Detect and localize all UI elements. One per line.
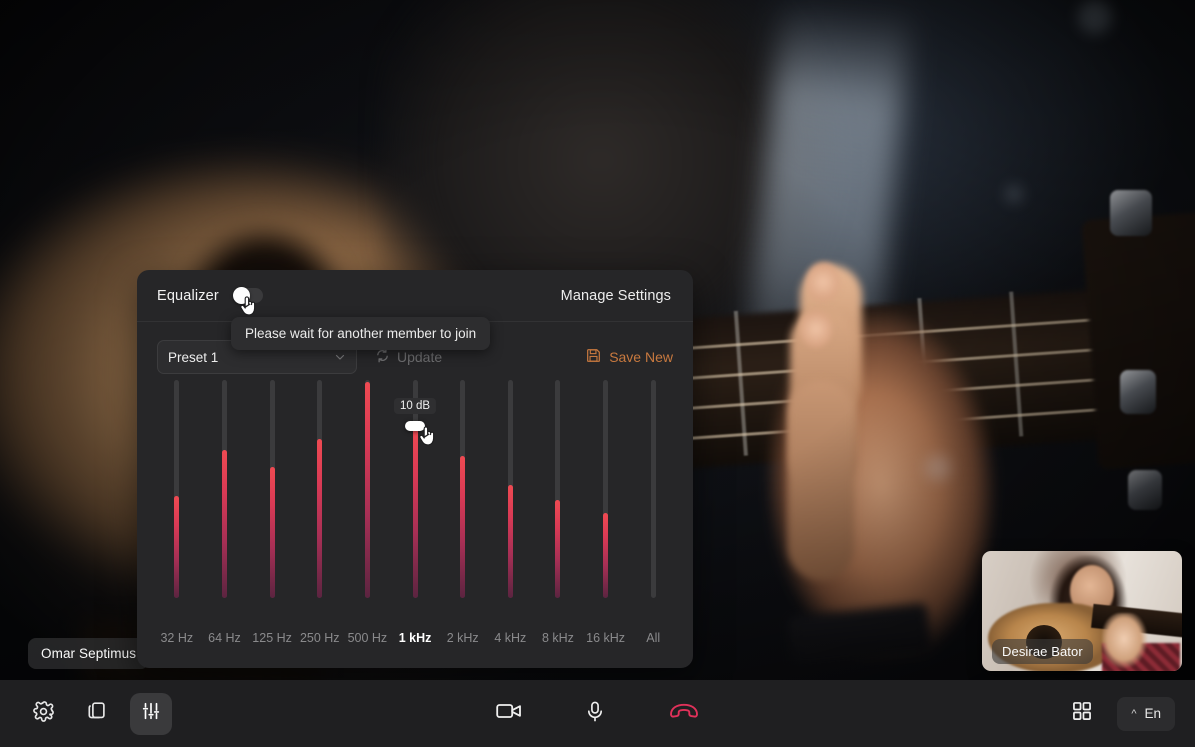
phone-hangup-icon <box>669 703 699 724</box>
hangup-button[interactable] <box>660 693 708 735</box>
eq-slider-track[interactable] <box>507 380 513 598</box>
eq-slider-handle[interactable] <box>405 420 426 431</box>
chevron-down-icon <box>334 351 346 363</box>
eq-slider-fill <box>507 484 513 598</box>
sliders-icon <box>140 700 162 727</box>
eq-band-125-hz[interactable] <box>248 380 296 620</box>
refresh-icon <box>375 348 390 366</box>
eq-band-2-khz[interactable] <box>439 380 487 620</box>
eq-band-8-khz[interactable] <box>534 380 582 620</box>
eq-slider-track[interactable] <box>221 380 227 598</box>
gear-icon <box>32 700 55 728</box>
eq-slider-track[interactable] <box>364 380 370 598</box>
camera-toggle-button[interactable] <box>488 693 530 735</box>
toolbar-left-group <box>22 692 172 735</box>
eq-slider-track-wrap[interactable] <box>153 380 201 598</box>
toggle-knob <box>232 287 250 304</box>
eq-band-64-hz[interactable] <box>201 380 249 620</box>
eq-band-16-khz[interactable] <box>582 380 630 620</box>
eq-slider-fill <box>174 495 180 598</box>
eq-band-label: 16 kHz <box>586 631 626 645</box>
eq-band-label: 500 Hz <box>347 631 388 645</box>
caret-up-icon: ^ <box>1131 707 1137 720</box>
eq-slider-track-wrap[interactable] <box>534 380 582 598</box>
eq-band-500-hz[interactable] <box>344 380 392 620</box>
eq-slider-track[interactable] <box>555 380 561 598</box>
self-view-hand <box>1102 613 1148 669</box>
eq-slider-track[interactable]: 10 dB <box>393 380 437 598</box>
eq-slider-fill <box>364 382 370 598</box>
eq-slider-track-wrap[interactable] <box>629 380 677 598</box>
eq-band-label: 2 kHz <box>446 631 479 645</box>
grid-view-icon <box>1071 700 1093 727</box>
eq-slider-track-wrap[interactable] <box>201 380 249 598</box>
eq-slider-track[interactable] <box>460 380 466 598</box>
layout-button[interactable] <box>76 693 118 735</box>
eq-slider-fill <box>555 499 561 598</box>
update-label: Update <box>397 349 443 365</box>
eq-band-all[interactable] <box>629 380 677 620</box>
eq-band-32-hz[interactable] <box>153 380 201 620</box>
eq-slider-track-wrap[interactable]: 10 dB <box>391 380 439 598</box>
equalizer-panel: Equalizer Manage Settings Please wait fo… <box>137 270 693 668</box>
equalizer-button[interactable] <box>130 692 172 735</box>
save-new-preset-button[interactable]: Save New <box>586 348 673 366</box>
eq-band-label: 4 kHz <box>494 631 527 645</box>
eq-slider-value-bubble: 10 dB <box>393 397 437 414</box>
update-preset-button[interactable]: Update <box>375 348 442 366</box>
eq-slider-track-wrap[interactable] <box>439 380 487 598</box>
eq-band-label: All <box>646 631 661 645</box>
microphone-toggle-button[interactable] <box>574 693 616 735</box>
main-participant-name: Omar Septimus <box>28 638 150 669</box>
eq-band-label: 32 Hz <box>160 631 194 645</box>
equalizer-title: Equalizer <box>157 287 219 304</box>
self-participant-name: Desirae Bator <box>992 639 1093 664</box>
eq-slider-fill <box>269 467 275 598</box>
frequency-labels: 32 Hz 64 Hz 125 Hz 250 Hz 500 Hz 1 kHz 2 kHz 4 … <box>137 620 693 646</box>
eq-slider-track[interactable] <box>174 380 180 598</box>
eq-slider-track-wrap[interactable] <box>344 380 392 598</box>
eq-slider-fill <box>412 425 418 598</box>
eq-band-1-khz[interactable]: 10 dB <box>391 380 439 620</box>
eq-slider-fill <box>460 456 466 598</box>
eq-slider-fill <box>221 449 227 598</box>
eq-slider-track[interactable] <box>317 380 323 598</box>
floppy-disk-icon <box>586 348 601 366</box>
equalizer-sliders: 10 dB <box>137 380 693 620</box>
copy-icon <box>86 700 108 727</box>
eq-slider-track-wrap[interactable] <box>582 380 630 598</box>
equalizer-tooltip: Please wait for another member to join <box>231 317 491 350</box>
eq-slider-track[interactable] <box>603 380 609 598</box>
eq-slider-fill <box>317 438 323 598</box>
toolbar-right-group: ^ En <box>1061 693 1175 735</box>
eq-slider-track-wrap[interactable] <box>486 380 534 598</box>
eq-slider-track-wrap[interactable] <box>296 380 344 598</box>
eq-slider-fill <box>603 512 609 598</box>
eq-band-label: 250 Hz <box>299 631 340 645</box>
eq-band-4-khz[interactable] <box>486 380 534 620</box>
manage-settings-link[interactable]: Manage Settings <box>561 288 671 304</box>
eq-slider-track-wrap[interactable] <box>248 380 296 598</box>
language-selector[interactable]: ^ En <box>1117 696 1175 731</box>
grid-view-button[interactable] <box>1061 693 1103 735</box>
preset-selected-value: Preset 1 <box>168 349 219 365</box>
eq-band-label: 125 Hz <box>252 631 292 645</box>
video-call-app: Omar Septimus Desirae Bator Equalizer Ma… <box>0 0 1195 747</box>
eq-band-250-hz[interactable] <box>296 380 344 620</box>
eq-slider-track[interactable] <box>650 380 656 598</box>
microphone-icon <box>585 700 605 728</box>
eq-band-label: 64 Hz <box>208 631 241 645</box>
toolbar-center-group <box>488 693 708 735</box>
eq-band-label: 1 kHz <box>398 631 432 645</box>
call-toolbar: ^ En <box>0 680 1195 747</box>
language-label: En <box>1144 706 1161 721</box>
eq-band-label: 8 kHz <box>541 631 574 645</box>
video-camera-icon <box>495 701 522 726</box>
save-new-label: Save New <box>609 349 673 365</box>
eq-slider-track[interactable] <box>269 380 275 598</box>
self-view-tile[interactable]: Desirae Bator <box>982 551 1182 671</box>
equalizer-enable-toggle[interactable] <box>232 287 263 304</box>
settings-button[interactable] <box>22 693 64 735</box>
equalizer-header: Equalizer Manage Settings Please wait fo… <box>137 270 693 350</box>
